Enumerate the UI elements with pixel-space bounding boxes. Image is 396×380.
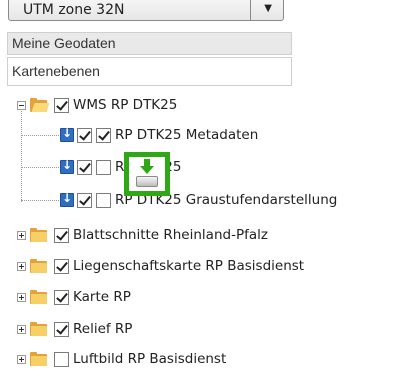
layer-checkbox[interactable] bbox=[77, 159, 92, 175]
download-arrow-icon bbox=[140, 159, 154, 175]
layer-tree: WMS RP DTK25 RP DTK25 Metadaten RP DTK25… bbox=[0, 88, 396, 380]
tree-connector bbox=[21, 167, 59, 168]
layer-checkbox[interactable] bbox=[54, 227, 69, 243]
sublayer-checkbox[interactable] bbox=[96, 127, 111, 143]
layer-label: Liegenschaftskarte RP Basisdienst bbox=[73, 258, 305, 274]
layer-checkbox[interactable] bbox=[77, 192, 92, 208]
folder-open-icon bbox=[30, 98, 50, 112]
layer-checkbox[interactable] bbox=[54, 258, 69, 274]
folder-icon bbox=[30, 352, 48, 366]
download-icon[interactable] bbox=[60, 158, 74, 174]
tree-node-wms-rp-dtk25[interactable]: WMS RP DTK25 bbox=[17, 94, 177, 116]
chevron-down-icon[interactable]: ▼ bbox=[264, 4, 272, 14]
tree-node-luftbild-rp[interactable]: Luftbild RP Basisdienst bbox=[17, 348, 226, 370]
layer-checkbox[interactable] bbox=[54, 321, 69, 337]
tree-node-karte-rp[interactable]: Karte RP bbox=[17, 286, 131, 308]
tree-connector bbox=[21, 135, 59, 136]
layer-checkbox[interactable] bbox=[54, 97, 69, 113]
folder-icon bbox=[30, 228, 48, 242]
tree-node-liegenschaftskarte[interactable]: Liegenschaftskarte RP Basisdienst bbox=[17, 255, 304, 277]
expand-icon[interactable] bbox=[17, 324, 26, 334]
tree-node-blattschnitte[interactable]: Blattschnitte Rheinland-Pfalz bbox=[17, 224, 268, 246]
layer-label: RP DTK25 Metadaten bbox=[115, 127, 259, 143]
accordion-my-geodata[interactable]: Meine Geodaten bbox=[7, 32, 292, 55]
folder-icon bbox=[30, 290, 48, 304]
tree-node-relief-rp[interactable]: Relief RP bbox=[17, 318, 132, 340]
sublayer-checkbox[interactable] bbox=[96, 192, 111, 208]
layer-checkbox[interactable] bbox=[77, 127, 92, 143]
layer-label: Relief RP bbox=[73, 321, 133, 337]
layer-label: Luftbild RP Basisdienst bbox=[73, 351, 227, 367]
folder-icon bbox=[30, 259, 48, 273]
expand-icon[interactable] bbox=[17, 230, 26, 240]
accordion-map-layers[interactable]: Kartenebenen bbox=[7, 57, 292, 86]
layer-checkbox[interactable] bbox=[54, 289, 69, 305]
projection-select-value: UTM zone 32N bbox=[23, 2, 125, 18]
layer-label: Blattschnitte Rheinland-Pfalz bbox=[73, 227, 268, 243]
drive-tray-icon bbox=[136, 176, 158, 187]
download-icon[interactable] bbox=[60, 126, 74, 142]
tree-connector bbox=[21, 200, 59, 201]
drag-drop-icon bbox=[124, 152, 170, 196]
folder-icon bbox=[30, 322, 48, 336]
download-icon[interactable] bbox=[60, 191, 74, 207]
projection-select-separator bbox=[250, 0, 251, 20]
expand-icon[interactable] bbox=[17, 292, 26, 302]
tree-node-rp-dtk25-metadaten[interactable]: RP DTK25 Metadaten bbox=[60, 124, 258, 146]
layer-label: Karte RP bbox=[73, 289, 131, 305]
expand-icon[interactable] bbox=[17, 354, 26, 364]
layer-label: WMS RP DTK25 bbox=[73, 97, 178, 113]
tree-node-rp-dtk25-graustufen[interactable]: RP DTK25 Graustufendarstellung bbox=[60, 189, 337, 211]
projection-select[interactable]: UTM zone 32N ▼ bbox=[8, 0, 284, 21]
sublayer-checkbox[interactable] bbox=[96, 159, 111, 175]
expand-icon[interactable] bbox=[17, 261, 26, 271]
layer-checkbox[interactable] bbox=[54, 351, 69, 367]
tree-connector bbox=[21, 106, 22, 202]
collapse-icon[interactable] bbox=[17, 100, 26, 110]
